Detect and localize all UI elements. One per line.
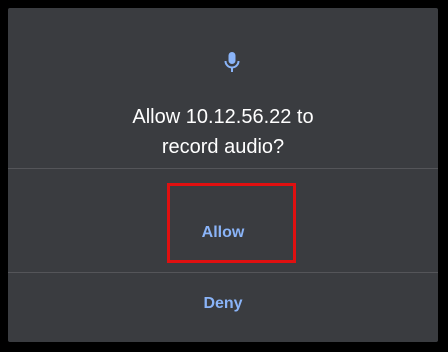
divider bbox=[8, 272, 438, 273]
deny-button[interactable]: Deny bbox=[8, 274, 438, 334]
allow-button[interactable]: Allow bbox=[8, 203, 438, 263]
divider bbox=[8, 168, 438, 169]
permission-dialog: Allow 10.12.56.22 to record audio? Allow… bbox=[8, 8, 438, 342]
message-line-1: Allow 10.12.56.22 to bbox=[132, 106, 314, 128]
mic-icon bbox=[224, 52, 240, 72]
message-line-2: record audio? bbox=[161, 136, 285, 158]
permission-message: Allow 10.12.56.22 to record audio? bbox=[8, 102, 438, 162]
